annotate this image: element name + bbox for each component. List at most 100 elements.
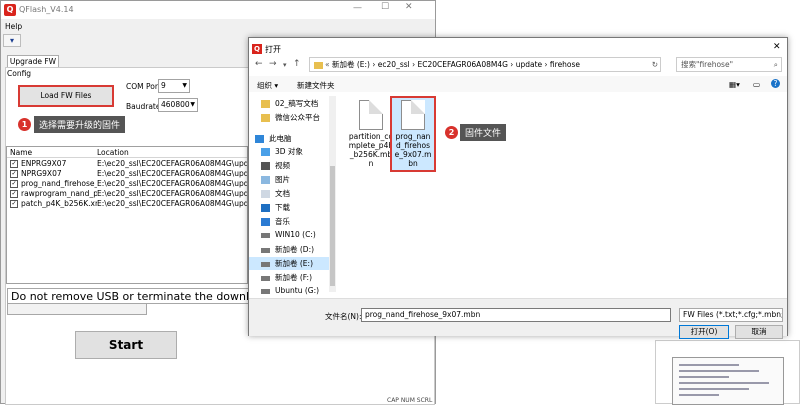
tree-item-folder[interactable]: 微信公众平台 (261, 112, 320, 123)
filetype-select[interactable]: FW Files (*.txt;*.cfg;*.mbn;*.lo (679, 308, 783, 322)
new-folder-button[interactable]: 新建文件夹 (297, 80, 335, 91)
tree-item-drive-e[interactable]: 新加卷 (E:) (249, 257, 329, 270)
app-icon: Q (4, 4, 16, 16)
col-location: Location (97, 148, 129, 157)
download-icon (261, 204, 270, 212)
menu-help[interactable]: Help (5, 22, 22, 31)
help-icon[interactable]: ? (771, 79, 780, 88)
list-header: Name Location (7, 147, 247, 158)
list-item[interactable]: ✓ patch_p4K_b256K.xml E:\ec20_ssl\EC20CEFA… (7, 199, 247, 209)
organize-button[interactable]: 组织 ▾ (257, 80, 278, 91)
search-icon: ⌕ (773, 60, 778, 69)
breadcrumb-e[interactable]: 新加卷 (E:) (332, 60, 370, 69)
video-icon (261, 162, 270, 170)
tree-item-this-pc[interactable]: 此电脑 (255, 133, 292, 144)
tree-item-drive-f[interactable]: 新加卷 (F:) (261, 272, 312, 283)
folder-icon (261, 100, 270, 108)
checkbox[interactable]: ✓ (10, 180, 18, 188)
tree-item-drive-g[interactable]: Ubuntu (G:) (261, 286, 319, 295)
open-button[interactable]: 打开(O) (679, 325, 729, 339)
breadcrumb-update[interactable]: update (516, 60, 542, 69)
window-title: QFlash_V4.14 (19, 5, 74, 14)
refresh-icon[interactable]: ↻ (652, 58, 658, 71)
checkbox[interactable]: ✓ (10, 160, 18, 168)
pc-icon (255, 135, 264, 143)
command-bar: 组织 ▾ 新建文件夹 ▦▾ ▭ ? (249, 76, 787, 92)
tree-item-documents[interactable]: 文档 (261, 188, 290, 199)
drive-icon (261, 288, 270, 294)
pane-icon[interactable]: ▭ (753, 80, 760, 89)
file-item[interactable]: partition_complete_p4K_b256K.mbn (348, 100, 394, 168)
com-port-select[interactable]: 9 ▼ (158, 79, 190, 93)
search-input[interactable]: 搜索"firehose" ⌕ (676, 57, 782, 72)
checkbox[interactable]: ✓ (10, 190, 18, 198)
list-item[interactable]: ✓prog_nand_firehose_9...E:\ec20_ssl\EC20… (7, 179, 247, 189)
address-bar[interactable]: « 新加卷 (E:) › ec20_ssl › EC20CEFAGR06A08M… (309, 57, 661, 72)
up-icon[interactable]: ↑ (293, 59, 301, 69)
checkbox[interactable]: ✓ (10, 170, 18, 178)
dialog-footer: 文件名(N): prog_nand_firehose_9x07.mbn FW F… (249, 298, 787, 339)
navigation-pane: 02_稿写文档 微信公众平台 此电脑 3D 对象 视频 图片 文档 下载 音乐 … (249, 92, 337, 298)
toolbar-dropdown-icon[interactable]: ▾ (3, 34, 21, 47)
history-chevron-icon[interactable]: ▾ (283, 61, 287, 69)
drive-icon (261, 261, 270, 267)
step1-callout: 选择需要升级的固件 (34, 116, 126, 133)
start-button[interactable]: Start (75, 331, 177, 359)
baudrate-value: 460800 (161, 100, 190, 109)
tree-item-drive-d[interactable]: 新加卷 (D:) (261, 244, 314, 255)
scrollbar[interactable] (329, 96, 336, 292)
tree-item-downloads[interactable]: 下载 (261, 202, 290, 213)
breadcrumb-ec20cef[interactable]: EC20CEFAGR06A08M4G (418, 60, 508, 69)
tree-item-pictures[interactable]: 图片 (261, 174, 290, 185)
picture-icon (261, 176, 270, 184)
fw-file-list[interactable]: Name Location ✓ ENPRG9X07 E:\ec20_ssl\EC20… (6, 146, 248, 284)
background-thumbnail (672, 357, 784, 405)
com-port-value: 9 (161, 81, 166, 90)
cancel-button[interactable]: 取消 (735, 325, 783, 339)
dialog-title: 打开 (265, 45, 281, 54)
maximize-icon[interactable]: ☐ (381, 2, 395, 12)
view-icon[interactable]: ▦▾ (729, 80, 740, 89)
breadcrumb-ec20-ssl[interactable]: ec20_ssl (378, 60, 410, 69)
music-icon (261, 218, 270, 226)
close-icon[interactable]: ✕ (773, 42, 781, 52)
chevron-down-icon: ▼ (182, 82, 187, 89)
filename-label: 文件名(N): (325, 312, 362, 321)
breadcrumb-firehose[interactable]: firehose (550, 60, 580, 69)
folder-icon (314, 61, 323, 69)
close-icon[interactable]: ✕ (405, 2, 419, 12)
step1-badge: 1 (18, 118, 31, 131)
file-icon (401, 100, 425, 130)
list-item[interactable]: ✓ ENPRG9X07 E:\ec20_ssl\EC20CEFAGR06A08M4G… (7, 159, 247, 169)
col-name: Name (10, 148, 33, 157)
progress-bar (7, 303, 147, 315)
title-bar: Q QFlash_V4.14 — ☐ ✕ (1, 1, 435, 19)
load-fw-files-button[interactable]: Load FW Files (18, 85, 114, 107)
minimize-icon[interactable]: — (353, 3, 367, 13)
tree-item-music[interactable]: 音乐 (261, 216, 290, 227)
tree-item-video[interactable]: 视频 (261, 160, 290, 171)
status-bar: CAP NUM SCRL (387, 397, 433, 404)
file-icon (359, 100, 383, 130)
step2-badge: 2 (445, 126, 458, 139)
checkbox[interactable]: ✓ (10, 200, 18, 208)
folder-icon (261, 114, 270, 122)
chevron-down-icon: ▼ (190, 101, 195, 108)
drive-icon (261, 275, 270, 281)
status-text: Do not remove USB or terminate the downl… (7, 288, 249, 304)
forward-icon[interactable]: → (269, 59, 277, 69)
scrollbar-thumb[interactable] (330, 166, 335, 286)
baudrate-select[interactable]: 460800 ▼ (158, 98, 198, 112)
tree-item-3d[interactable]: 3D 对象 (261, 146, 303, 157)
file-item-selected[interactable]: prog_nand_firehose_9x07.mbn (390, 96, 436, 172)
filename-input[interactable]: prog_nand_firehose_9x07.mbn (361, 308, 671, 322)
drive-icon (261, 232, 270, 238)
tree-item-folder[interactable]: 02_稿写文档 (261, 98, 318, 109)
tree-item-drive-c[interactable]: WIN10 (C:) (261, 230, 316, 239)
config-label: Config (7, 69, 32, 78)
back-icon[interactable]: ← (255, 59, 263, 69)
document-icon (261, 190, 270, 198)
list-item[interactable]: ✓rawprogram_nand_p4...E:\ec20_ssl\EC20CE… (7, 189, 247, 199)
list-item[interactable]: ✓ NPRG9X07 E:\ec20_ssl\EC20CEFAGR06A08M4G\… (7, 169, 247, 179)
background-window (655, 340, 800, 405)
